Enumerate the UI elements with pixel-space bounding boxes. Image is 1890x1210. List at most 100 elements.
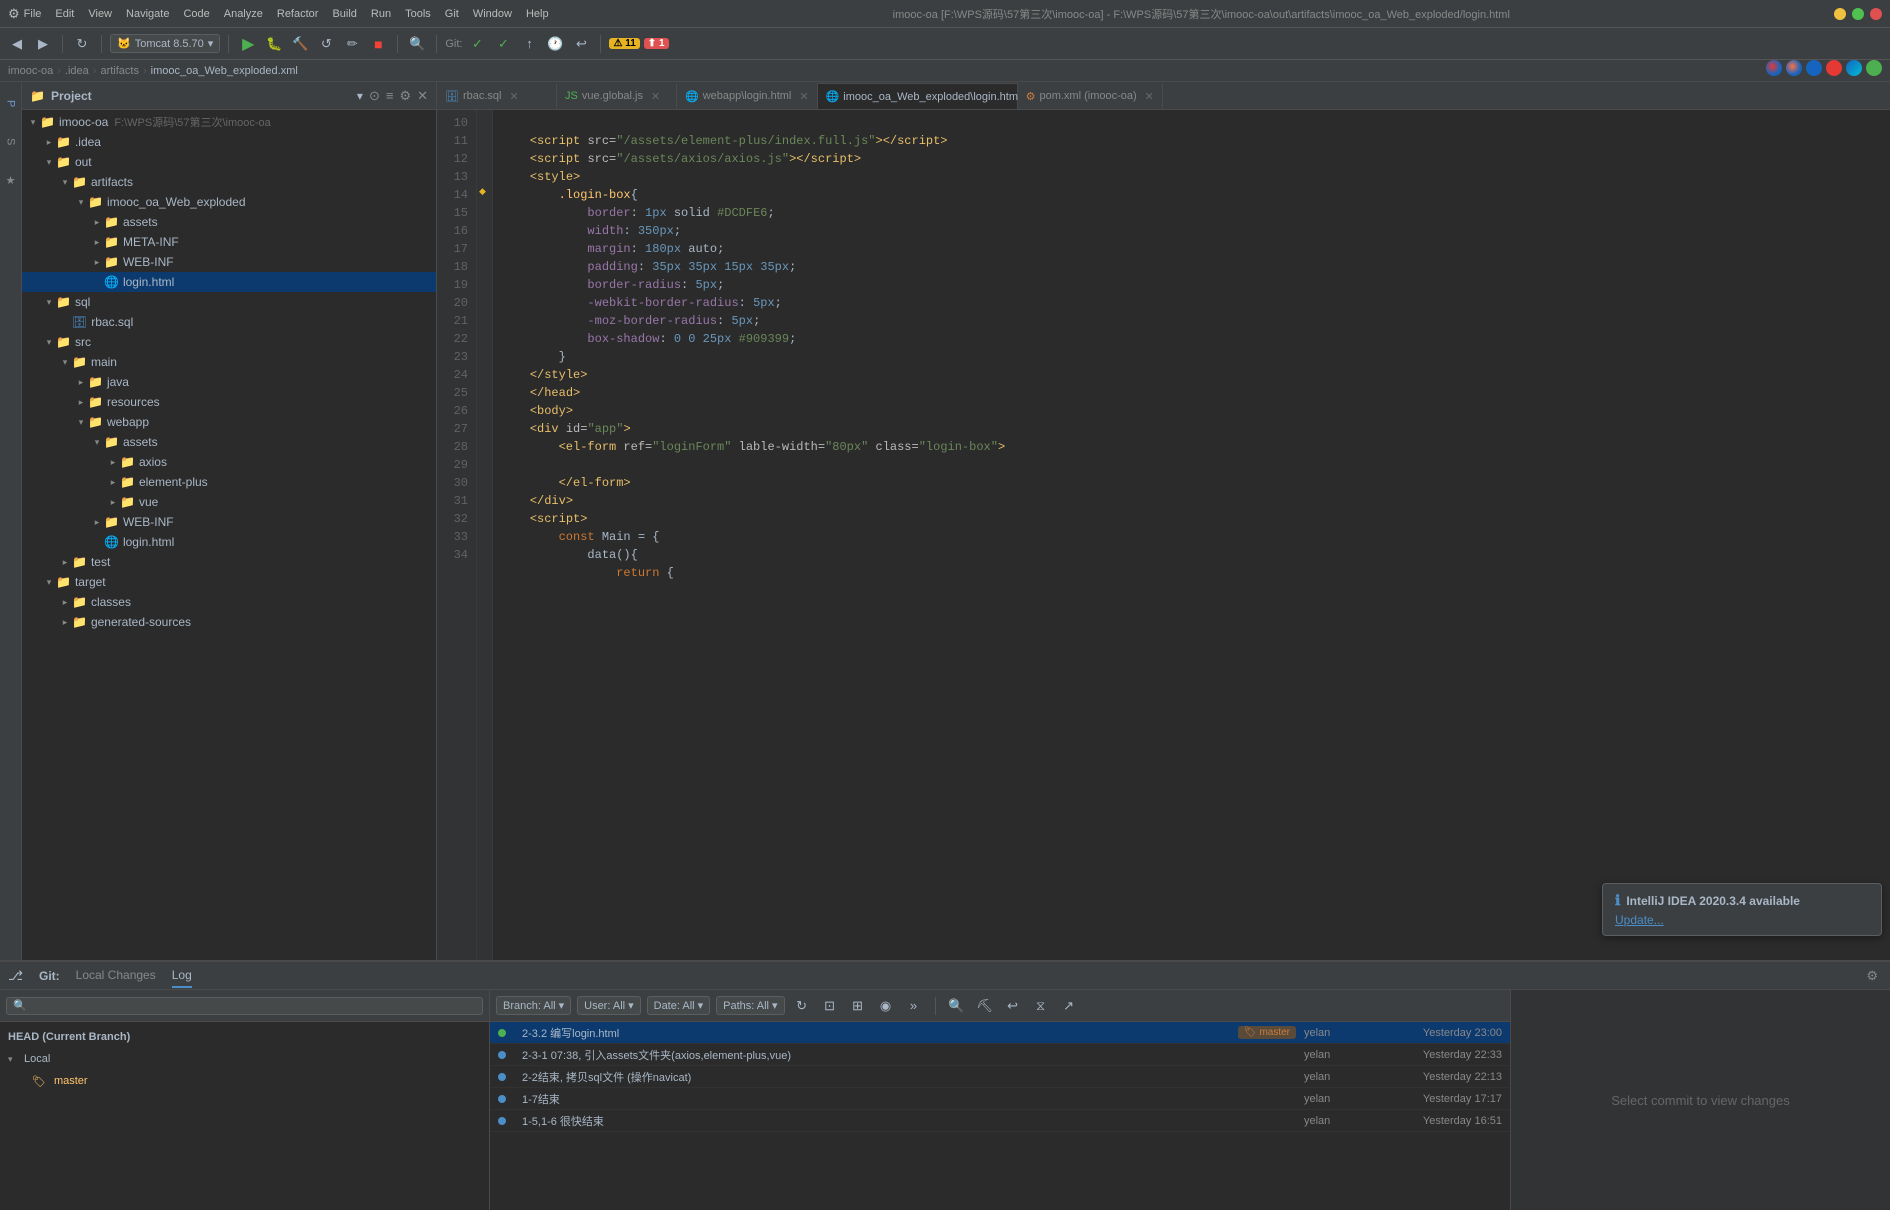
git-filter-date[interactable]: Date: All ▾ (647, 996, 711, 1015)
tree-item-target[interactable]: ▾📁target (22, 572, 436, 592)
edit-configs-button[interactable]: ✏ (341, 33, 363, 55)
tree-item-assets[interactable]: ▸📁assets (22, 212, 436, 232)
tree-item-element-plus[interactable]: ▸📁element-plus (22, 472, 436, 492)
menu-view[interactable]: View (88, 8, 112, 20)
git-settings-button[interactable]: ⚙ (1862, 966, 1882, 986)
tree-item-WEB-INF[interactable]: ▸📁WEB-INF (22, 512, 436, 532)
git-push-button[interactable]: ↑ (518, 33, 540, 55)
tree-item-rbac-sql[interactable]: 🗄rbac.sql (22, 312, 436, 332)
sidebar-icon-favorites[interactable]: ★ (1, 162, 21, 198)
git-filter-paths[interactable]: Paths: All ▾ (716, 996, 784, 1015)
tree-item-test[interactable]: ▸📁test (22, 552, 436, 572)
project-scope-button[interactable]: ⊙ (369, 88, 380, 104)
project-dropdown-icon[interactable]: ▾ (357, 89, 363, 103)
git-filter-toggle[interactable]: ⧖ (1030, 995, 1052, 1017)
forward-button[interactable]: ▶ (32, 33, 54, 55)
breadcrumb-idea[interactable]: .idea (65, 65, 89, 77)
git-checkmark-1[interactable]: ✓ (466, 33, 488, 55)
maximize-button[interactable] (1852, 8, 1864, 20)
menu-git[interactable]: Git (445, 8, 459, 20)
project-collapse-button[interactable]: ≡ (386, 88, 394, 103)
git-filter-branch[interactable]: Branch: All ▾ (496, 996, 571, 1015)
tree-item-resources[interactable]: ▸📁resources (22, 392, 436, 412)
tree-item-out[interactable]: ▾📁out (22, 152, 436, 172)
commit-row-3[interactable]: 2-2结束, 拷贝sql文件 (操作navicat) yelan Yesterd… (490, 1066, 1510, 1088)
safari-icon[interactable] (1866, 60, 1882, 76)
menu-code[interactable]: Code (183, 8, 209, 20)
tab-log[interactable]: Log (172, 964, 192, 988)
git-graph-button[interactable]: ◉ (875, 995, 897, 1017)
git-head-item[interactable]: HEAD (Current Branch) (0, 1026, 489, 1048)
tree-item-imooc-oa-Web-exploded[interactable]: ▾📁imooc_oa_Web_exploded (22, 192, 436, 212)
tree-item-artifacts[interactable]: ▾📁artifacts (22, 172, 436, 192)
menu-help[interactable]: Help (526, 8, 549, 20)
menu-refactor[interactable]: Refactor (277, 8, 319, 20)
menu-file[interactable]: File (24, 8, 42, 20)
tree-item-sql[interactable]: ▾📁sql (22, 292, 436, 312)
tab-local-changes[interactable]: Local Changes (76, 964, 156, 988)
git-checkmark-2[interactable]: ✓ (492, 33, 514, 55)
back-button[interactable]: ◀ (6, 33, 28, 55)
sidebar-icon-structure[interactable]: S (1, 124, 21, 160)
commit-row-5[interactable]: 1-5,1-6 很快结束 yelan Yesterday 16:51 (490, 1110, 1510, 1132)
close-button[interactable] (1870, 8, 1882, 20)
tab-pom-xml[interactable]: ⚙ pom.xml (imooc-oa) ✕ (1018, 83, 1163, 109)
project-close-button[interactable]: ✕ (417, 88, 428, 104)
commit-row-1[interactable]: 2-3.2 编写login.html 🏷 master yelan Yester… (490, 1022, 1510, 1044)
git-more-button[interactable]: » (903, 995, 925, 1017)
commit-row-4[interactable]: 1-7结束 yelan Yesterday 17:17 (490, 1088, 1510, 1110)
stop-button[interactable]: ■ (367, 33, 389, 55)
git-search-input[interactable] (6, 997, 483, 1015)
git-search-commits-button[interactable]: 🔍 (946, 995, 968, 1017)
tab-close-pom[interactable]: ✕ (1145, 90, 1154, 103)
tab-exploded-login[interactable]: 🌐 imooc_oa_Web_exploded\login.html ✕ (818, 83, 1018, 109)
tree-item-WEB-INF[interactable]: ▸📁WEB-INF (22, 252, 436, 272)
tree-item-login-html[interactable]: 🌐login.html (22, 272, 436, 292)
debug-button[interactable]: 🐛 (263, 33, 285, 55)
git-history-button[interactable]: 🕐 (544, 33, 566, 55)
breadcrumb-artifacts[interactable]: artifacts (100, 65, 139, 77)
menu-analyze[interactable]: Analyze (224, 8, 263, 20)
chrome-icon[interactable] (1766, 60, 1782, 76)
breadcrumb-imooc-oa[interactable]: imooc-oa (8, 65, 53, 77)
git-collapse-button[interactable]: ⊡ (819, 995, 841, 1017)
menu-build[interactable]: Build (332, 8, 356, 20)
code-content[interactable]: <script src="/assets/element-plus/index.… (493, 110, 1890, 960)
rebuild-button[interactable]: ↺ (315, 33, 337, 55)
tree-item-login-html[interactable]: 🌐login.html (22, 532, 436, 552)
git-cherry-pick-button[interactable]: ⛏ (974, 995, 996, 1017)
tree-item-main[interactable]: ▾📁main (22, 352, 436, 372)
menu-navigate[interactable]: Navigate (126, 8, 169, 20)
menu-run[interactable]: Run (371, 8, 391, 20)
git-undo-button[interactable]: ↩ (1002, 995, 1024, 1017)
tab-webapp-login[interactable]: 🌐 webapp\login.html ✕ (677, 83, 818, 109)
tree-item--idea[interactable]: ▸📁.idea (22, 132, 436, 152)
tab-close-webapp[interactable]: ✕ (799, 90, 808, 103)
edge-icon[interactable] (1806, 60, 1822, 76)
tree-item-imooc-oa[interactable]: ▾📁imooc-oaF:\WPS源码\57第三次\imooc-oa (22, 112, 436, 132)
refresh-button[interactable]: ↻ (71, 33, 93, 55)
menu-window[interactable]: Window (473, 8, 512, 20)
tree-item-java[interactable]: ▸📁java (22, 372, 436, 392)
notification-update-link[interactable]: Update... (1615, 913, 1869, 927)
git-filter-user[interactable]: User: All ▾ (577, 996, 641, 1015)
tab-close-rbac[interactable]: ✕ (510, 90, 519, 103)
git-local-item[interactable]: ▾ Local (0, 1048, 489, 1070)
git-push-log-button[interactable]: ↗ (1058, 995, 1080, 1017)
minimize-button[interactable] (1834, 8, 1846, 20)
tree-item-generated-sources[interactable]: ▸📁generated-sources (22, 612, 436, 632)
tree-item-axios[interactable]: ▸📁axios (22, 452, 436, 472)
ie-icon[interactable] (1846, 60, 1862, 76)
breadcrumb-current[interactable]: imooc_oa_Web_exploded.xml (151, 65, 298, 77)
tab-rbac-sql[interactable]: 🗄 rbac.sql ✕ (437, 83, 557, 109)
tree-item-assets[interactable]: ▾📁assets (22, 432, 436, 452)
commit-row-2[interactable]: 2-3-1 07:38, 引入assets文件夹(axios,element-p… (490, 1044, 1510, 1066)
search-button[interactable]: 🔍 (406, 33, 428, 55)
menu-edit[interactable]: Edit (55, 8, 74, 20)
tree-item-classes[interactable]: ▸📁classes (22, 592, 436, 612)
sidebar-icon-project[interactable]: P (1, 86, 21, 122)
git-refresh-button[interactable]: ↻ (791, 995, 813, 1017)
tab-close-vue[interactable]: ✕ (651, 90, 660, 103)
tree-item-webapp[interactable]: ▾📁webapp (22, 412, 436, 432)
project-settings-button[interactable]: ⚙ (399, 88, 411, 104)
